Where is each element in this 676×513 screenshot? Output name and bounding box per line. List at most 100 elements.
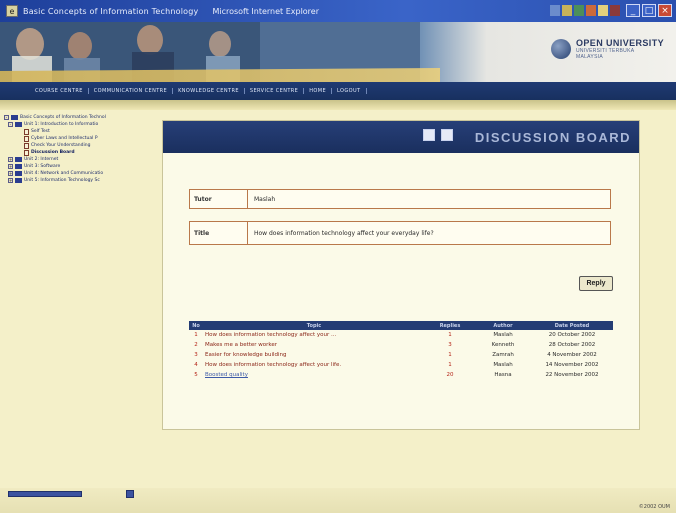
tree-unit-label: Unit 5: Information Technology Sc bbox=[24, 178, 100, 183]
nav-logout[interactable]: LOGOUT bbox=[332, 88, 367, 94]
tree-unit-2[interactable]: + Unit 2: Internet bbox=[4, 156, 154, 163]
logo-emblem-icon bbox=[550, 39, 571, 59]
header-banner: OPEN UNIVERSITY UNIVERSITI TERBUKA MALAY… bbox=[0, 22, 676, 82]
tree-unit-5[interactable]: + Unit 5: Information Technology Sc bbox=[4, 177, 154, 184]
table-row[interactable]: 5 Boosted quality 20 Hasna 22 November 2… bbox=[189, 370, 613, 380]
tree-item-cyber-laws[interactable]: Cyber Laws and Intellectual P bbox=[4, 135, 154, 142]
table-row[interactable]: 1 How does information technology affect… bbox=[189, 330, 613, 340]
collapse-icon[interactable]: - bbox=[4, 115, 9, 120]
nav-knowledge-centre[interactable]: KNOWLEDGE CENTRE bbox=[173, 88, 245, 94]
row-topic-link[interactable]: How does information technology affect y… bbox=[203, 330, 425, 340]
header-author[interactable]: Author bbox=[475, 321, 531, 330]
tree-item-check-understanding[interactable]: Check Your Understanding bbox=[4, 142, 154, 149]
tree-item-label: Discussion Board bbox=[31, 150, 75, 155]
maximize-icon[interactable]: □ bbox=[642, 4, 656, 17]
tree-unit-4[interactable]: + Unit 4: Network and Communicatio bbox=[4, 170, 154, 177]
book-icon bbox=[15, 122, 22, 127]
window-title-bar: e Basic Concepts of Information Technolo… bbox=[0, 0, 676, 22]
window-title: Basic Concepts of Information Technology bbox=[23, 6, 199, 16]
row-date: 28 October 2002 bbox=[548, 342, 596, 348]
title-field: Title How does information technology af… bbox=[189, 221, 611, 245]
tree-unit-label: Unit 4: Network and Communicatio bbox=[24, 171, 104, 176]
header-no[interactable]: No bbox=[189, 321, 203, 330]
row-replies: 3 bbox=[448, 342, 452, 348]
panel-header: DISCUSSION BOARD bbox=[163, 121, 639, 153]
tray-icon[interactable] bbox=[598, 5, 608, 16]
tree-unit-3[interactable]: + Unit 3: Software bbox=[4, 163, 154, 170]
reply-button[interactable]: Reply bbox=[579, 276, 613, 291]
expand-icon[interactable]: + bbox=[8, 157, 13, 162]
browser-name: Microsoft Internet Explorer bbox=[212, 6, 320, 16]
page-icon bbox=[24, 135, 29, 142]
tree-unit-label: Unit 3: Software bbox=[24, 164, 61, 169]
row-author: Zamrah bbox=[492, 352, 514, 358]
nav-service-centre[interactable]: SERVICE CENTRE bbox=[245, 88, 305, 94]
back-icon[interactable] bbox=[423, 129, 435, 141]
book-icon bbox=[15, 171, 22, 176]
row-author: Kenneth bbox=[491, 342, 515, 348]
table-row[interactable]: 4 How does information technology affect… bbox=[189, 360, 613, 370]
status-button[interactable] bbox=[126, 490, 134, 498]
close-icon[interactable]: × bbox=[658, 4, 672, 17]
title-value: How does information technology affect y… bbox=[254, 229, 434, 237]
tutor-field: Tutor Maslah bbox=[189, 189, 611, 209]
tray-icon[interactable] bbox=[550, 5, 560, 16]
tray-icon[interactable] bbox=[586, 5, 596, 16]
status-bar: ©2002 OUM bbox=[0, 488, 676, 513]
row-topic-link[interactable]: Boosted quality bbox=[203, 370, 425, 380]
page-icon bbox=[24, 142, 29, 149]
row-date: 14 November 2002 bbox=[545, 362, 599, 368]
collapse-icon[interactable]: - bbox=[8, 122, 13, 127]
book-icon bbox=[11, 115, 18, 120]
row-no: 4 bbox=[194, 362, 198, 368]
tray-icon[interactable] bbox=[562, 5, 572, 16]
row-author: Hasna bbox=[494, 372, 512, 378]
tree-unit-1[interactable]: - Unit 1: Introduction to Informatio bbox=[4, 121, 154, 128]
copyright-text: ©2002 OUM bbox=[638, 504, 670, 510]
tree-root[interactable]: - Basic Concepts of Information Technol bbox=[4, 114, 154, 121]
tree-item-discussion-board[interactable]: Discussion Board bbox=[4, 149, 154, 156]
row-replies: 1 bbox=[448, 332, 452, 338]
header-replies[interactable]: Replies bbox=[425, 321, 475, 330]
nav-communication-centre[interactable]: COMMUNICATION CENTRE bbox=[89, 88, 174, 94]
university-logo: OPEN UNIVERSITY UNIVERSITI TERBUKA MALAY… bbox=[550, 38, 664, 60]
expand-icon[interactable]: + bbox=[8, 178, 13, 183]
tree-item-self-test[interactable]: Self Test bbox=[4, 128, 154, 135]
row-topic-link[interactable]: Makes me a better worker bbox=[203, 340, 425, 350]
book-icon bbox=[15, 157, 22, 162]
expand-icon[interactable]: + bbox=[8, 164, 13, 169]
tree-item-label: Cyber Laws and Intellectual P bbox=[31, 136, 98, 141]
minimize-icon[interactable]: _ bbox=[626, 4, 640, 17]
row-replies: 20 bbox=[446, 372, 454, 378]
row-date: 4 November 2002 bbox=[547, 352, 597, 358]
header-date[interactable]: Date Posted bbox=[531, 321, 613, 330]
nav-course-centre[interactable]: COURSE CENTRE bbox=[30, 88, 89, 94]
tutor-value: Maslah bbox=[254, 195, 276, 203]
row-no: 3 bbox=[194, 352, 198, 358]
table-row[interactable]: 2 Makes me a better worker 3 Kenneth 28 … bbox=[189, 340, 613, 350]
ie-icon: e bbox=[6, 5, 18, 17]
row-topic-link[interactable]: Easier for knowledge building bbox=[203, 350, 425, 360]
course-tree: - Basic Concepts of Information Technol … bbox=[4, 114, 154, 184]
tree-item-label: Check Your Understanding bbox=[31, 143, 91, 148]
row-replies: 1 bbox=[448, 352, 452, 358]
row-date: 20 October 2002 bbox=[548, 332, 596, 338]
nav-home[interactable]: HOME bbox=[304, 88, 333, 94]
tree-unit-label: Unit 1: Introduction to Informatio bbox=[24, 122, 99, 127]
toolbar-icons bbox=[550, 5, 620, 16]
expand-icon[interactable]: + bbox=[8, 171, 13, 176]
board-icon bbox=[441, 129, 453, 141]
tray-icon[interactable] bbox=[574, 5, 584, 16]
tray-icon[interactable] bbox=[610, 5, 620, 16]
main-nav: COURSE CENTRE COMMUNICATION CENTRE KNOWL… bbox=[0, 82, 676, 100]
row-author: Maslah bbox=[493, 362, 513, 368]
thread-table: No Topic Replies Author Date Posted 1 Ho… bbox=[189, 321, 613, 380]
row-no: 5 bbox=[194, 372, 198, 378]
tree-unit-label: Unit 2: Internet bbox=[24, 157, 59, 162]
tutor-label: Tutor bbox=[190, 190, 248, 208]
page-icon bbox=[24, 149, 29, 156]
table-row[interactable]: 3 Easier for knowledge building 1 Zamrah… bbox=[189, 350, 613, 360]
row-author: Maslah bbox=[493, 332, 513, 338]
row-topic-link[interactable]: How does information technology affect y… bbox=[203, 360, 425, 370]
header-topic[interactable]: Topic bbox=[203, 321, 425, 330]
